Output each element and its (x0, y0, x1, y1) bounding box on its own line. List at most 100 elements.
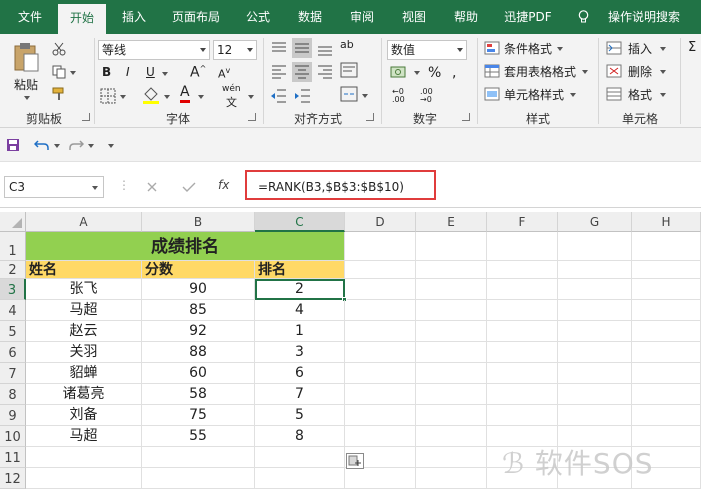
align-center-icon[interactable] (292, 62, 312, 82)
cell-d3[interactable] (345, 279, 416, 300)
row-header-11[interactable]: 11 (0, 447, 26, 468)
cell-e3[interactable] (416, 279, 487, 300)
cell-e7[interactable] (416, 363, 487, 384)
cell-c4[interactable]: 4 (255, 300, 345, 321)
cell-b11[interactable] (142, 447, 255, 468)
enter-check-icon[interactable] (182, 181, 196, 193)
cell-b9[interactable]: 75 (142, 405, 255, 426)
chevron-down-icon[interactable] (92, 186, 98, 190)
cell-e1[interactable] (416, 232, 487, 261)
cell-g7[interactable] (558, 363, 632, 384)
column-header-f[interactable]: F (487, 212, 558, 232)
wrap-text-icon[interactable] (340, 62, 358, 78)
cell-a3[interactable]: 张飞 (26, 279, 142, 300)
cell-styles-icon[interactable] (484, 87, 500, 101)
paste-icon[interactable] (12, 42, 42, 74)
tab-data[interactable]: 数据 (288, 0, 332, 34)
tab-home[interactable]: 开始 (58, 4, 106, 34)
cell-e4[interactable] (416, 300, 487, 321)
cell-title-merged[interactable]: 成绩排名 (26, 232, 345, 261)
cell-c6[interactable]: 3 (255, 342, 345, 363)
cell-f2[interactable] (487, 261, 558, 279)
row-header-1[interactable]: 1 (0, 232, 26, 261)
row-header-4[interactable]: 4 (0, 300, 26, 321)
cell-d8[interactable] (345, 384, 416, 405)
cell-b12[interactable] (142, 468, 255, 489)
paste-label[interactable]: 粘贴 (14, 76, 38, 93)
borders-icon[interactable] (100, 88, 116, 104)
row-header-7[interactable]: 7 (0, 363, 26, 384)
align-left-icon[interactable] (270, 64, 288, 80)
worksheet-grid[interactable]: ABCDEFGH 1 2 3 4 5 6 7 8 9 10 11 12 成绩排名 姓名 分数 排名 张飞 90 2… (0, 208, 701, 490)
cell-f7[interactable] (487, 363, 558, 384)
insert-cells-label[interactable]: 插入 (628, 40, 652, 57)
cell-c8[interactable]: 7 (255, 384, 345, 405)
tab-page-layout[interactable]: 页面布局 (164, 0, 228, 34)
format-cells-icon[interactable] (606, 87, 622, 101)
cell-d9[interactable] (345, 405, 416, 426)
cell-d4[interactable] (345, 300, 416, 321)
cell-a6[interactable]: 关羽 (26, 342, 142, 363)
cell-e12[interactable] (416, 468, 487, 489)
cell-a12[interactable] (26, 468, 142, 489)
conditional-format-label[interactable]: 条件格式 (504, 40, 552, 57)
bold-icon[interactable]: B (102, 65, 111, 79)
cell-d1[interactable] (345, 232, 416, 261)
cell-g1[interactable] (558, 232, 632, 261)
align-right-icon[interactable] (316, 64, 334, 80)
insert-function-icon[interactable]: fx (218, 178, 229, 192)
cut-icon[interactable] (52, 42, 66, 56)
tab-help[interactable]: 帮助 (444, 0, 488, 34)
row-header-5[interactable]: 5 (0, 321, 26, 342)
cell-f9[interactable] (487, 405, 558, 426)
phonetic-dropdown-icon[interactable] (248, 95, 254, 99)
cell-b5[interactable]: 92 (142, 321, 255, 342)
cell-b6[interactable]: 88 (142, 342, 255, 363)
cell-g5[interactable] (558, 321, 632, 342)
cell-h3[interactable] (632, 279, 701, 300)
align-middle-icon[interactable] (292, 38, 312, 58)
cell-e8[interactable] (416, 384, 487, 405)
row-header-12[interactable]: 12 (0, 468, 26, 489)
underline-dropdown-icon[interactable] (162, 72, 168, 76)
cell-b8[interactable]: 58 (142, 384, 255, 405)
sum-icon[interactable]: Σ (688, 40, 696, 55)
column-header-h[interactable]: H (632, 212, 701, 232)
splitter-dots-icon[interactable]: ⋮ (118, 178, 130, 192)
cell-a4[interactable]: 马超 (26, 300, 142, 321)
row-header-6[interactable]: 6 (0, 342, 26, 363)
cell-h5[interactable] (632, 321, 701, 342)
italic-icon[interactable]: I (126, 65, 130, 79)
merge-center-icon[interactable] (340, 86, 358, 102)
format-painter-icon[interactable] (52, 87, 66, 101)
row-header-10[interactable]: 10 (0, 426, 26, 447)
cell-g4[interactable] (558, 300, 632, 321)
cell-a10[interactable]: 马超 (26, 426, 142, 447)
column-header-g[interactable]: G (558, 212, 632, 232)
column-header-d[interactable]: D (345, 212, 416, 232)
column-header-b[interactable]: B (142, 212, 255, 232)
format-cells-label[interactable]: 格式 (628, 86, 652, 103)
cell-styles-dropdown-icon[interactable] (570, 93, 576, 97)
decrease-decimal-icon[interactable]: .00 →0 (420, 88, 433, 104)
cell-f3[interactable] (487, 279, 558, 300)
cell-b3[interactable]: 90 (142, 279, 255, 300)
font-launcher-icon[interactable] (248, 113, 256, 121)
cell-f1[interactable] (487, 232, 558, 261)
number-launcher-icon[interactable] (462, 113, 470, 121)
insert-cells-icon[interactable] (606, 41, 622, 55)
decrease-font-icon[interactable]: Av (218, 66, 230, 81)
cell-d10[interactable] (345, 426, 416, 447)
accounting-format-icon[interactable] (390, 64, 410, 80)
cancel-icon[interactable] (146, 181, 158, 193)
column-header-c[interactable]: C (255, 212, 345, 232)
align-top-icon[interactable] (270, 40, 288, 58)
cell-a5[interactable]: 赵云 (26, 321, 142, 342)
undo-dropdown-icon[interactable] (54, 144, 60, 148)
tab-review[interactable]: 审阅 (340, 0, 384, 34)
phonetic-icon[interactable]: 文 (226, 94, 237, 110)
format-dropdown-icon[interactable] (660, 93, 666, 97)
number-format-select[interactable]: 数值 (387, 40, 467, 60)
font-name-select[interactable]: 等线 (98, 40, 210, 60)
cell-e10[interactable] (416, 426, 487, 447)
